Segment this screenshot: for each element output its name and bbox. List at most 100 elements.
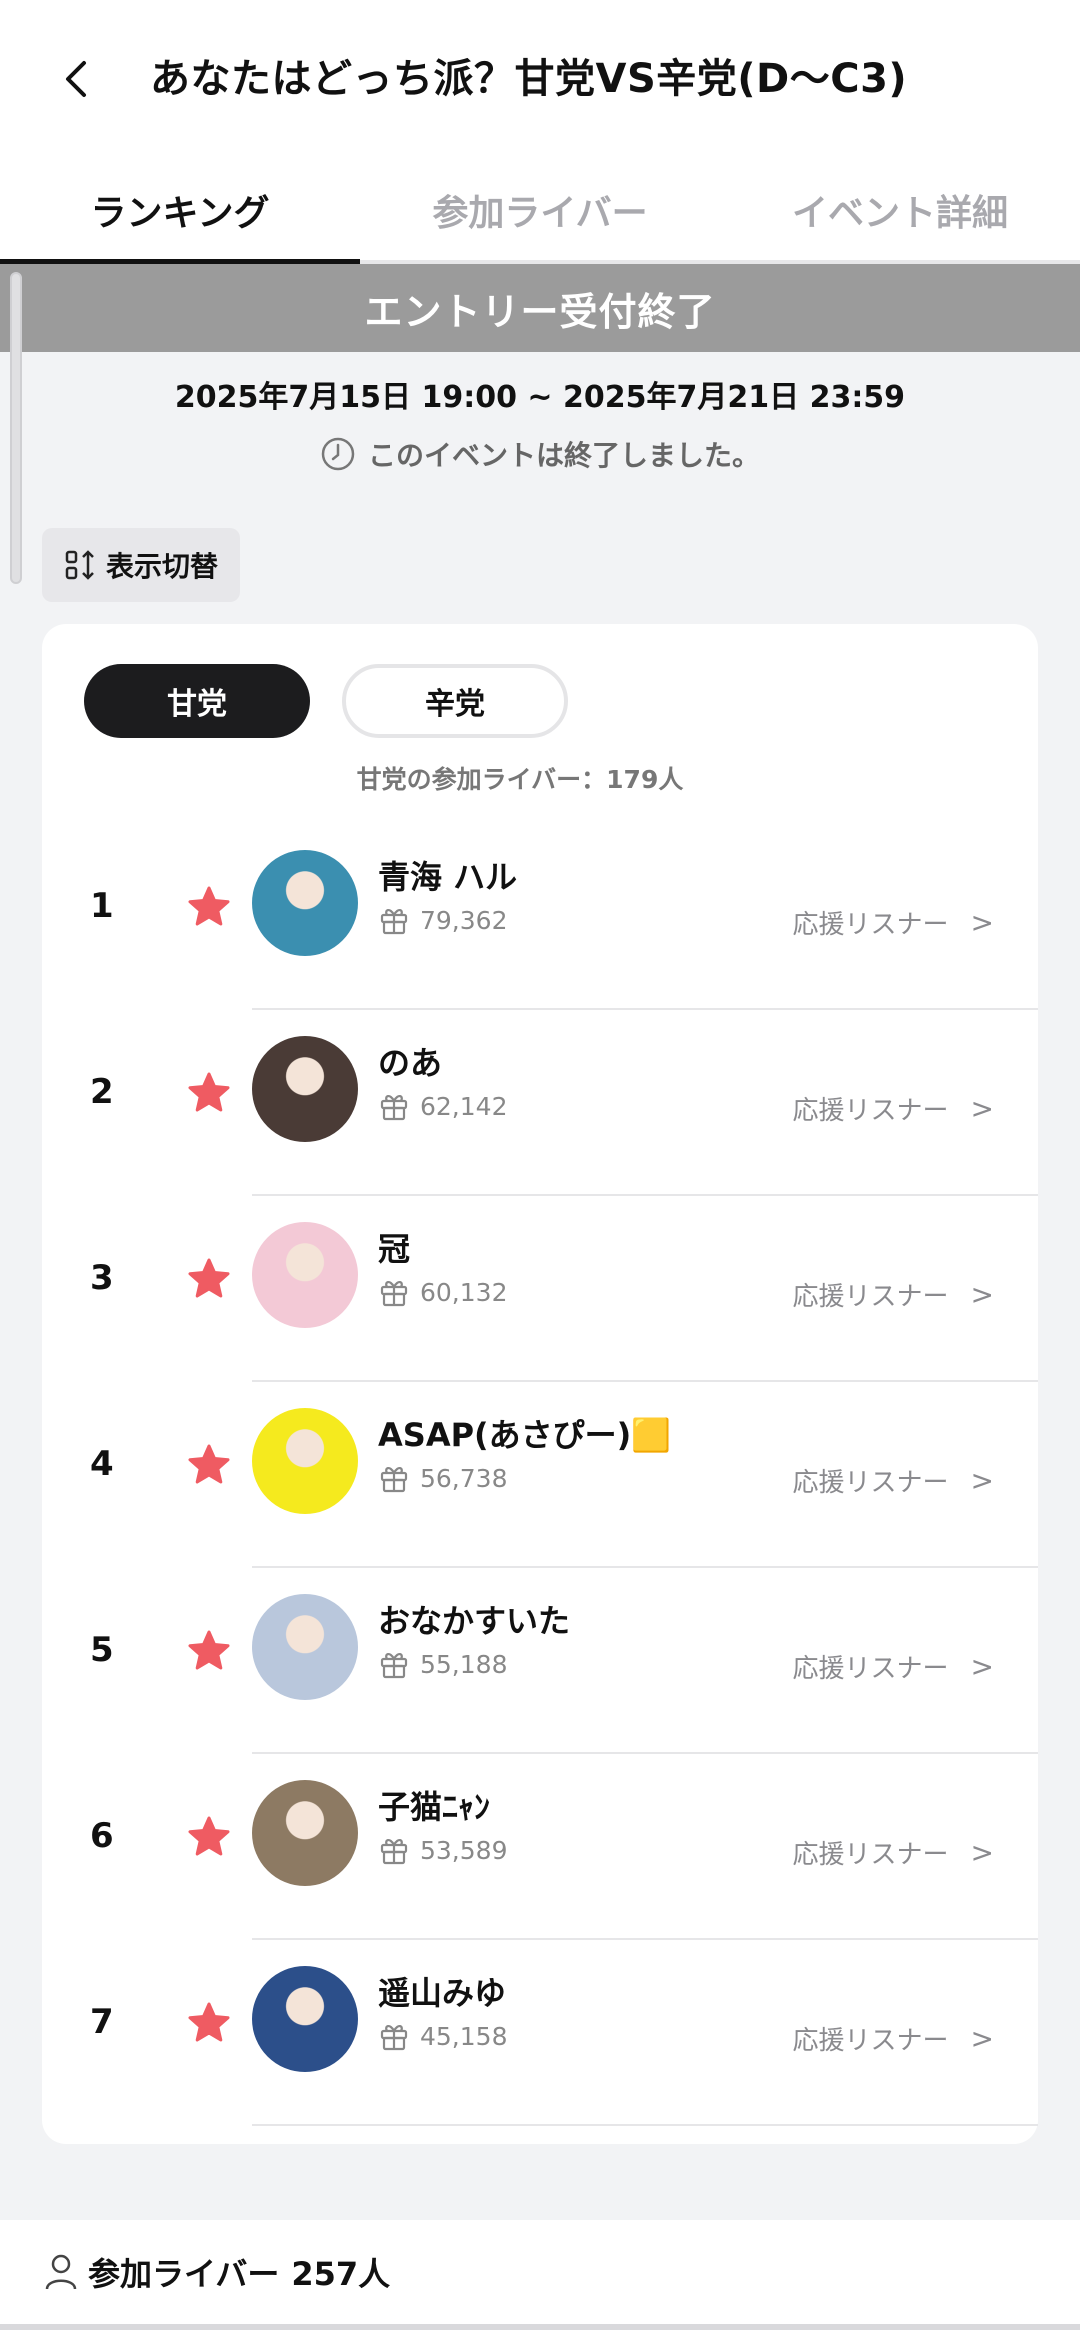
- gift-icon: [378, 2020, 410, 2052]
- chevron-right-icon: >: [970, 2022, 994, 2055]
- points-value: 56,738: [420, 1463, 508, 1493]
- header: あなたはどっち派？甘党VS辛党(D〜C3): [0, 0, 1080, 160]
- tab-ranking[interactable]: ランキング: [0, 160, 360, 264]
- gift-points: 62,142: [378, 1090, 507, 1122]
- avatar[interactable]: [252, 850, 358, 956]
- avatar[interactable]: [252, 1594, 358, 1700]
- supporter-listeners-link[interactable]: 応援リスナー >: [793, 1276, 994, 1313]
- sweet-party-button[interactable]: 甘党: [84, 664, 310, 738]
- supporter-listeners-link[interactable]: 応援リスナー >: [793, 904, 994, 941]
- gift-icon: [378, 1834, 410, 1866]
- avatar[interactable]: [252, 1036, 358, 1142]
- page-title: あなたはどっち派？甘党VS辛党(D〜C3): [150, 56, 908, 102]
- liver-name: のあ: [378, 1044, 443, 1082]
- event-status: このイベントは終了しました。: [0, 434, 1080, 474]
- star-icon: [186, 2000, 232, 2046]
- back-button[interactable]: [46, 44, 106, 114]
- view-toggle-button[interactable]: 表示切替: [42, 528, 240, 602]
- tab-event-details[interactable]: イベント詳細: [720, 160, 1080, 260]
- rank-number: 6: [90, 1816, 114, 1856]
- event-status-text: このイベントは終了しました。: [367, 439, 760, 472]
- rank-number: 1: [90, 886, 114, 926]
- ranking-list: 1 青海 ハル 79,362 応援リスナー > 2 のあ 62,142 応援リス…: [42, 824, 1038, 2126]
- entry-closed-banner: エントリー受付終了: [0, 264, 1080, 352]
- star-icon: [186, 1628, 232, 1674]
- avatar[interactable]: [252, 1408, 358, 1514]
- spicy-party-button[interactable]: 辛党: [342, 664, 568, 738]
- chevron-right-icon: >: [970, 1278, 994, 1311]
- ranking-row[interactable]: 4 ASAP(あさぴー)🟨 56,738 応援リスナー >: [42, 1382, 1038, 1568]
- ranking-row[interactable]: 3 冠 60,132 応援リスナー >: [42, 1196, 1038, 1382]
- gift-points: 60,132: [378, 1276, 507, 1308]
- rank-number: 7: [90, 2002, 114, 2042]
- gift-points: 79,362: [378, 904, 507, 936]
- gift-icon: [378, 1648, 410, 1680]
- event-period: 2025年7月15日 19:00 ~ 2025年7月21日 23:59: [174, 380, 906, 415]
- bottom-edge: [0, 2324, 1080, 2330]
- ranking-row[interactable]: 2 のあ 62,142 応援リスナー >: [42, 1010, 1038, 1196]
- footer-label: 参加ライバー: [88, 2255, 280, 2293]
- footer-count: 257人: [291, 2255, 391, 2293]
- clock-icon: [320, 436, 356, 472]
- supporter-listeners-link[interactable]: 応援リスナー >: [793, 1834, 994, 1871]
- gift-points: 56,738: [378, 1462, 507, 1494]
- avatar[interactable]: [252, 1780, 358, 1886]
- tab-participants[interactable]: 参加ライバー: [360, 160, 720, 260]
- avatar[interactable]: [252, 1222, 358, 1328]
- points-value: 60,132: [420, 1277, 508, 1307]
- ranking-row[interactable]: 1 青海 ハル 79,362 応援リスナー >: [42, 824, 1038, 1010]
- supporter-listeners-label: 応援リスナー: [792, 1096, 949, 1126]
- supporter-listeners-label: 応援リスナー: [792, 1468, 949, 1498]
- star-icon: [186, 1442, 232, 1488]
- ranking-row[interactable]: 7 遥山みゆ 45,158 応援リスナー >: [42, 1940, 1038, 2126]
- liver-name: 遥山みゆ: [378, 1974, 507, 2012]
- tab-bar: ランキング 参加ライバー イベント詳細: [0, 160, 1080, 264]
- ranking-row[interactable]: 6 子猫ﾆｬﾝ 53,589 応援リスナー >: [42, 1754, 1038, 1940]
- chevron-right-icon: >: [970, 906, 994, 939]
- scrollbar[interactable]: [10, 272, 22, 584]
- points-value: 62,142: [420, 1091, 508, 1121]
- rank-number: 5: [90, 1630, 114, 1670]
- liver-name: 子猫ﾆｬﾝ: [378, 1788, 491, 1826]
- user-icon: [44, 2253, 78, 2291]
- gift-icon: [378, 1276, 410, 1308]
- app-root: あなたはどっち派？甘党VS辛党(D〜C3) ランキング 参加ライバー イベント詳…: [0, 0, 1080, 2330]
- supporter-listeners-link[interactable]: 応援リスナー >: [793, 2020, 994, 2057]
- liver-name: おなかすいた: [378, 1602, 571, 1640]
- supporter-listeners-link[interactable]: 応援リスナー >: [793, 1090, 994, 1127]
- supporter-listeners-label: 応援リスナー: [792, 2026, 949, 2056]
- chevron-right-icon: >: [970, 1650, 994, 1683]
- chevron-left-icon: [66, 61, 86, 97]
- supporter-listeners-label: 応援リスナー: [792, 1654, 949, 1684]
- view-toggle-label: 表示切替: [105, 550, 218, 583]
- star-icon: [186, 1814, 232, 1860]
- gift-points: 45,158: [378, 2020, 507, 2052]
- row-divider: [252, 2124, 1038, 2126]
- rank-number: 3: [90, 1258, 114, 1298]
- supporter-listeners-link[interactable]: 応援リスナー >: [793, 1462, 994, 1499]
- ranking-card: 甘党 辛党 甘党の参加ライバー：179人 1 青海 ハル 79,362 応援リス…: [42, 624, 1038, 2144]
- liver-name: ASAP(あさぴー)🟨: [378, 1416, 672, 1454]
- ranking-row[interactable]: 5 おなかすいた 55,188 応援リスナー >: [42, 1568, 1038, 1754]
- supporter-listeners-label: 応援リスナー: [792, 1282, 949, 1312]
- gift-icon: [378, 1462, 410, 1494]
- rank-number: 2: [90, 1072, 114, 1112]
- points-value: 53,589: [420, 1835, 508, 1865]
- sort-toggle-icon: [64, 548, 98, 582]
- liver-name: 冠: [378, 1230, 411, 1268]
- star-icon: [186, 1256, 232, 1302]
- chevron-right-icon: >: [970, 1464, 994, 1497]
- gift-points: 55,188: [378, 1648, 507, 1680]
- supporter-listeners-label: 応援リスナー: [792, 910, 949, 940]
- footer-participants-bar[interactable]: 参加ライバー 257人: [0, 2220, 1080, 2324]
- chevron-right-icon: >: [970, 1836, 994, 1869]
- gift-icon: [378, 904, 410, 936]
- chevron-right-icon: >: [970, 1092, 994, 1125]
- avatar[interactable]: [252, 1966, 358, 2072]
- rank-number: 4: [90, 1444, 114, 1484]
- star-icon: [186, 1070, 232, 1116]
- star-icon: [186, 884, 232, 930]
- gift-points: 53,589: [378, 1834, 507, 1866]
- points-value: 79,362: [420, 905, 508, 935]
- supporter-listeners-link[interactable]: 応援リスナー >: [793, 1648, 994, 1685]
